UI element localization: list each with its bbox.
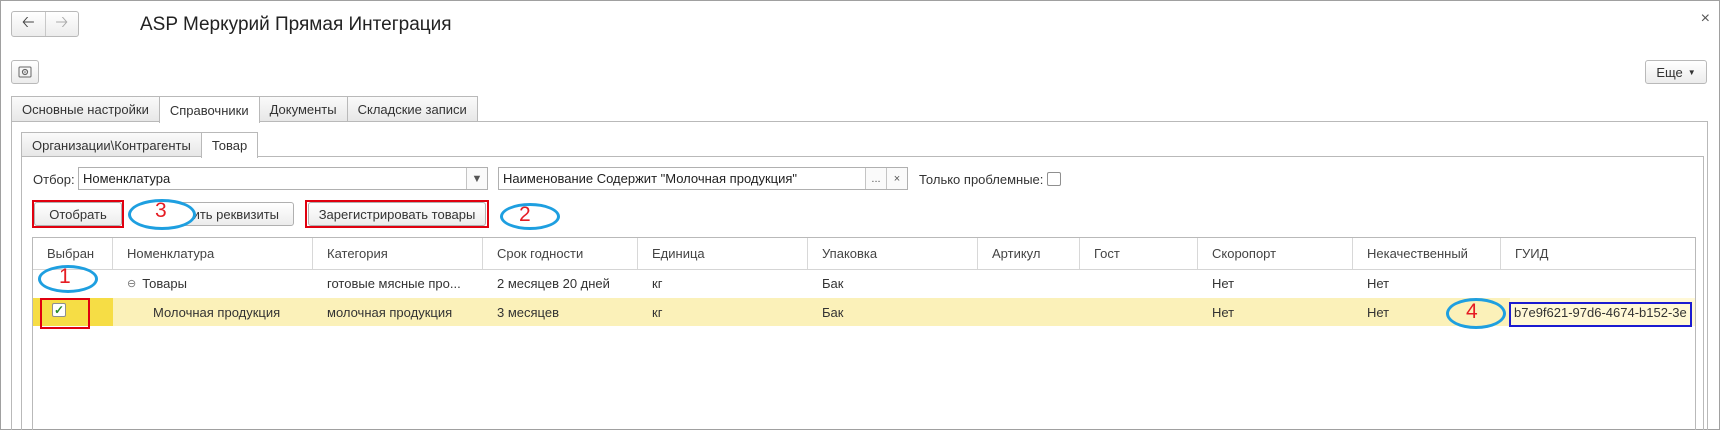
annotation-number-3: 3 (155, 199, 167, 222)
column-header-package[interactable]: Упаковка (808, 238, 978, 269)
close-icon[interactable]: × (1701, 10, 1710, 28)
cell-category: молочная продукция (327, 304, 453, 320)
annotation-number-1: 1 (59, 265, 71, 288)
table-header: Выбран Номенклатура Категория Срок годно… (33, 238, 1695, 270)
annotation-number-4: 4 (1466, 300, 1478, 323)
filter-condition-value: Наименование Содержит "Молочная продукци… (503, 171, 798, 186)
cell-package: Бак (822, 275, 844, 291)
column-header-shelf-life[interactable]: Срок годности (483, 238, 638, 269)
collapse-icon[interactable]: ⊖ (127, 277, 136, 290)
sub-tabs: Организации\Контрагенты Товар (21, 132, 259, 158)
column-header-perishable[interactable]: Скоропорт (1198, 238, 1353, 269)
filter-condition-input[interactable]: Наименование Содержит "Молочная продукци… (498, 167, 908, 190)
cell-perishable: Нет (1212, 304, 1235, 320)
window-title: ASP Меркурий Прямая Интеграция (140, 14, 452, 35)
cell-unit: кг (652, 304, 663, 320)
back-arrow-icon[interactable]: 🡠 (12, 12, 45, 36)
highlight-checkbox (40, 298, 90, 329)
annotation-number-2: 2 (519, 203, 531, 226)
more-button[interactable]: Еще ▼ (1645, 60, 1707, 84)
highlight-guid (1509, 302, 1692, 327)
navigation-buttons: 🡠 🡢 (11, 11, 79, 37)
column-header-category[interactable]: Категория (313, 238, 483, 269)
cell-package: Бак (822, 304, 844, 320)
filter-field-value: Номенклатура (83, 171, 171, 186)
column-header-name[interactable]: Номенклатура (113, 238, 313, 269)
highlight-select (32, 200, 124, 228)
goods-table: Выбран Номенклатура Категория Срок годно… (32, 237, 1696, 430)
filter-field-select[interactable]: Номенклатура ▼ (78, 167, 488, 190)
tab-goods[interactable]: Товар (200, 132, 259, 158)
ellipsis-icon[interactable]: ... (865, 168, 886, 189)
column-header-unit[interactable]: Единица (638, 238, 808, 269)
cell-shelf-life: 3 месяцев (497, 304, 559, 320)
highlight-register (305, 200, 489, 228)
forward-arrow-icon[interactable]: 🡢 (44, 12, 79, 36)
tab-main-settings[interactable]: Основные настройки (11, 96, 160, 122)
filter-label: Отбор: (33, 172, 75, 187)
table-row[interactable]: ⊖ Товары готовые мясные про... 2 месяцев… (33, 269, 1695, 297)
column-header-gost[interactable]: Гост (1080, 238, 1198, 269)
cell-name: Молочная продукция (153, 304, 281, 320)
tab-documents[interactable]: Документы (258, 96, 348, 122)
main-tabs: Основные настройки Справочники Документы… (11, 96, 478, 123)
dropdown-arrow-icon: ▼ (1687, 67, 1696, 77)
column-header-article[interactable]: Артикул (978, 238, 1080, 269)
more-label: Еще (1656, 64, 1683, 80)
clear-icon[interactable]: × (886, 168, 907, 189)
tab-organizations[interactable]: Организации\Контрагенты (21, 132, 202, 157)
settings-icon (18, 66, 32, 78)
dropdown-arrow-icon[interactable]: ▼ (466, 168, 487, 189)
cell-unit: кг (652, 275, 663, 291)
tab-warehouse-records[interactable]: Складские записи (346, 96, 478, 122)
problem-only-checkbox[interactable] (1047, 172, 1061, 186)
cell-name: ⊖ Товары (127, 275, 187, 291)
cell-shelf-life: 2 месяцев 20 дней (497, 275, 610, 291)
cell-low-quality: Нет (1367, 275, 1390, 291)
column-header-guid[interactable]: ГУИД (1501, 238, 1695, 269)
tab-references[interactable]: Справочники (158, 96, 260, 123)
cell-perishable: Нет (1212, 275, 1235, 291)
problem-only-label: Только проблемные: (919, 172, 1044, 187)
cell-category: готовые мясные про... (327, 275, 461, 291)
settings-button[interactable] (11, 60, 39, 84)
column-header-low-quality[interactable]: Некачественный (1353, 238, 1501, 269)
